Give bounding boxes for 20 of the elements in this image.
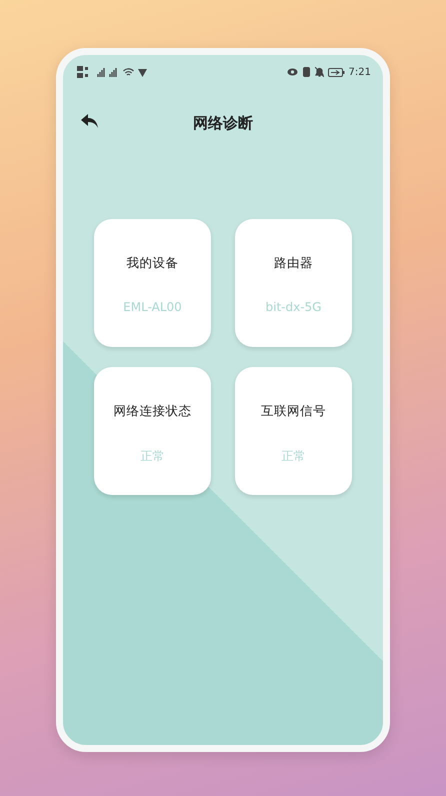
status-time: 7:21 [348,66,371,78]
battery-icon [328,68,345,76]
info-card[interactable]: 互联网信号 正常 [235,367,352,495]
eye-icon [286,68,298,76]
wifi-icon [123,68,134,76]
page-title: 网络诊断 [193,114,253,132]
card-value: bit-dx-5G [266,300,322,314]
bell-off-icon [314,67,324,77]
card-label: 路由器 [274,255,313,272]
back-arrow-icon[interactable] [81,113,99,129]
info-card[interactable]: 我的设备 EML-AL00 [94,219,211,347]
card-value: 正常 [282,448,306,465]
card-value: 正常 [140,448,164,465]
card-value: EML-AL00 [123,300,182,314]
info-card[interactable]: 路由器 bit-dx-5G [235,219,352,347]
card-label: 网络连接状态 [114,403,192,420]
info-card[interactable]: 网络连接状态 正常 [94,367,211,495]
card-label: 我的设备 [126,255,178,272]
signal-icon [95,67,119,77]
card-label: 互联网信号 [261,403,326,420]
